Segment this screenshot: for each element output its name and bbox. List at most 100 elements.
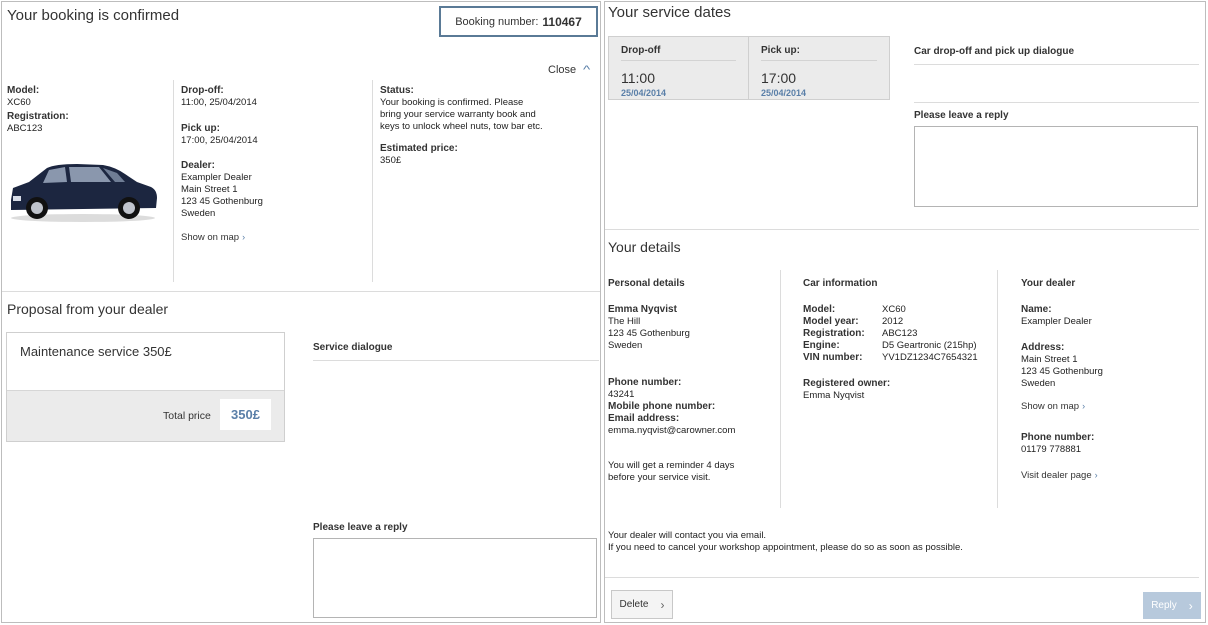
dropoff-date: 25/04/2014 — [621, 88, 667, 98]
total-price-label: Total price — [163, 410, 211, 422]
total-price-bar: Total price 350£ — [7, 390, 284, 441]
visit-dealer-link[interactable]: Visit dealer page › — [1021, 469, 1191, 482]
estimated-price-label: Estimated price: — [380, 143, 458, 154]
personal-details-heading: Personal details — [608, 278, 685, 289]
car-info-value: 2012 — [882, 316, 904, 327]
estimated-price-value: 350£ — [380, 155, 402, 166]
dealer-line: Sweden — [181, 208, 216, 219]
status-column: Status: Your booking is confirmed. Pleas… — [380, 85, 545, 167]
car-info-value: D5 Geartronic (215hp) — [882, 340, 977, 351]
chevron-up-icon: ^ — [583, 64, 591, 76]
delete-button[interactable]: Delete › — [611, 590, 673, 619]
owner-name: Emma Nyqvist — [608, 304, 677, 315]
dates-reply-textarea[interactable] — [914, 126, 1198, 207]
dealer-phone-label: Phone number: — [1021, 432, 1095, 443]
chevron-right-icon: › — [242, 232, 246, 242]
pickup-value: 17:00, 25/04/2014 — [181, 135, 258, 146]
dealer-show-on-map-link[interactable]: Show on map › — [1021, 400, 1191, 413]
pickup-date-label: Pick up: — [761, 45, 800, 56]
dealer-address-line: Main Street 1 — [1021, 354, 1078, 365]
proposal-title: Proposal from your dealer — [7, 301, 169, 317]
pickup-date-col: Pick up: 17:00 25/04/2014 — [749, 37, 889, 99]
registered-owner-label: Registered owner: — [803, 378, 891, 389]
service-dialogue-title: Service dialogue — [313, 342, 393, 353]
booking-number-label: Booking number: — [455, 15, 539, 28]
service-reply-textarea[interactable] — [313, 538, 597, 618]
car-info-row: Engine: D5 Geartronic (215hp) — [803, 340, 993, 352]
dealer-name-value: Exampler Dealer — [1021, 316, 1092, 327]
registration-value: ABC123 — [7, 123, 43, 134]
service-panel: Your service dates Drop-off 11:00 25/04/… — [604, 1, 1206, 623]
chevron-right-icon: › — [1094, 470, 1098, 480]
car-info-row: Registration: ABC123 — [803, 328, 993, 340]
dealer-address-label: Address: — [1021, 342, 1065, 353]
car-info-key: VIN number: — [803, 352, 863, 363]
registration-label: Registration: — [7, 111, 69, 122]
chevron-right-icon: › — [1082, 401, 1086, 411]
proposal-box: Maintenance service 350£ Total price 350… — [6, 332, 285, 442]
car-info-row: Model year: 2012 — [803, 316, 993, 328]
car-info-row: VIN number: YV1DZ1234C7654321 — [803, 352, 993, 364]
booking-number: 110467 — [542, 14, 582, 29]
pickup-date: 25/04/2014 — [761, 88, 807, 98]
car-info-value: XC60 — [882, 304, 906, 315]
phone-value: 43241 — [608, 389, 635, 400]
car-info-key: Registration: — [803, 328, 865, 339]
email-label: Email address: — [608, 413, 680, 424]
personal-address-line: The Hill — [608, 316, 641, 327]
visit-dealer-label: Visit dealer page — [1021, 470, 1092, 481]
delete-label: Delete — [619, 599, 649, 610]
close-toggle[interactable]: Close ^ — [548, 64, 591, 76]
car-info-row: Model: XC60 — [803, 304, 993, 316]
dropoff-date-label: Drop-off — [621, 45, 661, 56]
dealer-label: Dealer: — [181, 160, 215, 171]
total-price-value: 350£ — [220, 399, 271, 430]
dealer-address-line: Sweden — [1021, 378, 1056, 389]
reminder-text: You will get a reminder 4 days before yo… — [608, 460, 735, 483]
dealer-phone-value: 01179 778881 — [1021, 444, 1082, 455]
model-value: XC60 — [7, 97, 31, 108]
email-value: emma.nyqvist@carowner.com — [608, 425, 736, 436]
car-information: Car information Model: XC60 Model year: 201… — [803, 278, 993, 402]
proposal-service: Maintenance service 350£ — [20, 344, 172, 359]
reply-label: Reply — [1151, 600, 1177, 611]
booking-dealer-column: Drop-off: 11:00, 25/04/2014 Pick up: 17:… — [181, 85, 361, 244]
personal-address-line: Sweden — [608, 340, 643, 351]
car-info-key: Model: — [803, 304, 836, 315]
dealer-address-line: 123 45 Gothenburg — [1021, 366, 1103, 377]
mobile-label: Mobile phone number: — [608, 401, 716, 412]
cancel-note: If you need to cancel your workshop appo… — [608, 542, 963, 553]
dealer-name-label: Name: — [1021, 304, 1052, 315]
dropoff-date-col: Drop-off 11:00 25/04/2014 — [609, 37, 749, 99]
chevron-right-icon: › — [1188, 598, 1193, 613]
phone-label: Phone number: — [608, 377, 682, 388]
dates-reply-label: Please leave a reply — [914, 110, 1009, 121]
pickup-label: Pick up: — [181, 123, 220, 134]
chevron-right-icon: › — [660, 597, 665, 612]
reply-label: Please leave a reply — [313, 522, 408, 533]
personal-address-line: 123 45 Gothenburg — [608, 328, 690, 339]
dropoff-time: 11:00 — [621, 70, 655, 86]
model-label: Model: — [7, 85, 40, 96]
car-info-value: YV1DZ1234C7654321 — [882, 352, 978, 363]
dealer-line: 123 45 Gothenburg — [181, 196, 263, 207]
reply-button[interactable]: Reply › — [1143, 592, 1201, 619]
service-dates-title: Your service dates — [608, 4, 731, 21]
service-dates-box: Drop-off 11:00 25/04/2014 Pick up: 17:00… — [608, 36, 890, 100]
your-dealer-heading: Your dealer — [1021, 278, 1076, 289]
dealer-show-on-map-label: Show on map — [1021, 401, 1080, 412]
your-dealer: Your dealer Name: Exampler Dealer Addres… — [1021, 278, 1191, 482]
dealer-line: Exampler Dealer — [181, 172, 252, 183]
car-info-heading: Car information — [803, 278, 878, 289]
pickup-time: 17:00 — [761, 70, 797, 86]
booking-title: Your booking is confirmed — [7, 7, 180, 24]
show-on-map-label: Show on map — [181, 232, 240, 243]
car-info-value: ABC123 — [882, 328, 918, 339]
personal-details: Personal details Emma Nyqvist The Hill 1… — [608, 278, 778, 484]
car-info-key: Engine: — [803, 340, 840, 351]
dropoff-label: Drop-off: — [181, 85, 224, 96]
your-details-title: Your details — [608, 239, 681, 255]
registered-owner-value: Emma Nyqvist — [803, 390, 865, 401]
car-summary: Model: XC60 Registration: ABC123 — [7, 85, 167, 135]
show-on-map-link[interactable]: Show on map › — [181, 231, 361, 244]
